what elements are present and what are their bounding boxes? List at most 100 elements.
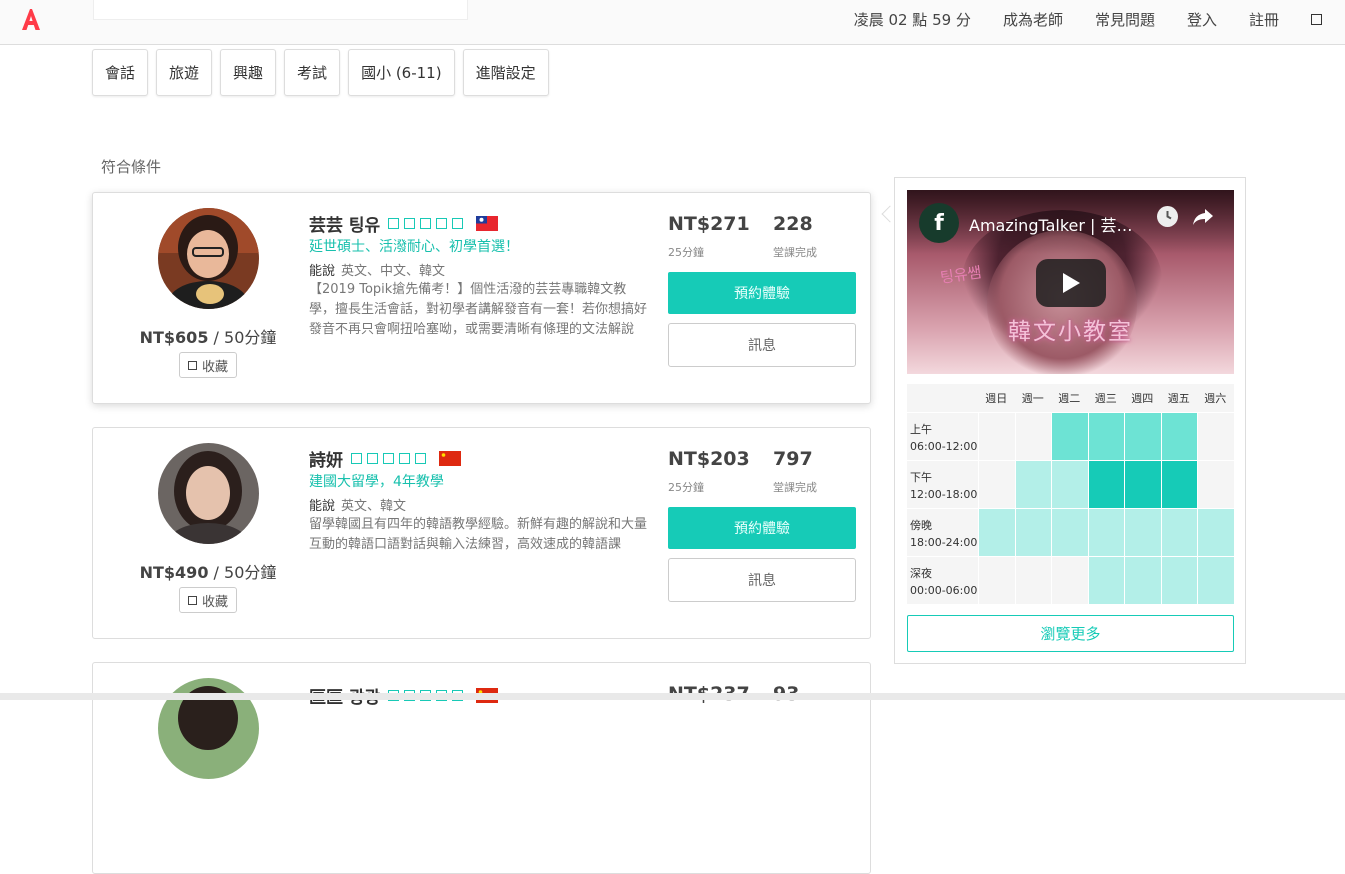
filter-advanced-settings[interactable]: 進階設定 [462,49,549,96]
availability-cell [1014,509,1051,556]
china-flag-icon [439,451,461,466]
menu-square-icon[interactable] [1311,13,1322,25]
availability-cell [1160,557,1197,604]
schedule-row: 上午 06:00-12:00 [907,412,1234,460]
availability-cell [1160,413,1197,460]
book-trial-button[interactable]: 預約體驗 [668,507,856,549]
schedule-row: 深夜 00:00-06:00 [907,556,1234,604]
favorite-button[interactable]: 收藏 [179,352,237,378]
day-fri: 週五 [1167,392,1190,405]
hourly-price: NT$605 / 50分鐘 [93,324,323,348]
availability-cell [978,413,1015,460]
day-sun: 週日 [985,392,1008,405]
availability-cell [1197,413,1234,460]
video-caption: 韓文小教室 [1008,319,1133,345]
teacher-description: 留學韓國且有四年的韓語教學經驗。新鮮有趣的解說和大量互動的韓語口語對話與輸入法練… [309,517,648,552]
amazingtalker-logo-icon[interactable] [20,7,42,31]
taiwan-flag-icon [476,216,499,231]
availability-cell [1087,557,1124,604]
price-unit: / 50分鐘 [208,563,277,582]
languages-value: 英文、中文、韓文 [341,264,446,279]
day-mon: 週一 [1021,392,1044,405]
schedule-header: 週日 週一 週二 週三 週四 週五 週六 [907,384,1234,412]
teacher-card[interactable]: NT$490 / 50分鐘 收藏 詩妍 建國大留學，4年教學 能說 英文、韓文 留… [92,427,871,639]
availability-cell [978,557,1015,604]
watch-later-icon[interactable] [1157,206,1178,227]
signup-link[interactable]: 註冊 [1249,9,1279,30]
lesson-count: 797 [773,448,813,470]
availability-cell [1124,557,1161,604]
availability-cell [1087,413,1124,460]
rating-boxes [388,218,468,229]
video-title[interactable]: AmazingTalker | 芸芸 팅유 [969,212,1144,236]
login-link[interactable]: 登入 [1187,9,1217,30]
slot-time: 00:00-06:00 [910,584,978,597]
trial-fee: NT$271 [668,213,750,235]
browse-more-button[interactable]: 瀏覽更多 [907,615,1234,652]
become-teacher-link[interactable]: 成為老師 [1003,9,1063,30]
day-sat: 週六 [1204,392,1227,405]
time-slot-label: 深夜 00:00-06:00 [907,557,978,604]
intro-video[interactable]: f AmazingTalker | 芸芸 팅유 팅유쌤 韓文小教室 [907,190,1234,374]
top-nav: 凌晨 02 點 59 分 成為老師 常見問題 登入 註冊 [854,0,1345,38]
book-trial-button[interactable]: 預約體驗 [668,272,856,314]
languages-value: 英文、韓文 [341,499,407,514]
day-thu: 週四 [1131,392,1154,405]
share-icon[interactable] [1191,204,1215,228]
languages-label: 能說 [309,264,336,279]
availability-cell [1087,509,1124,556]
favorite-button[interactable]: 收藏 [179,587,237,613]
day-tue: 週二 [1058,392,1081,405]
filter-conversation[interactable]: 會話 [92,49,149,96]
trial-duration: 25分鐘 [668,246,704,259]
availability-cell [1014,461,1051,508]
slot-name: 下午 [910,471,932,484]
hourly-price: NT$490 / 50分鐘 [93,559,323,583]
filter-travel[interactable]: 旅遊 [156,49,213,96]
top-bar: 凌晨 02 點 59 分 成為老師 常見問題 登入 註冊 [0,0,1345,45]
teacher-name[interactable]: 詩妍 [309,446,343,471]
teacher-name[interactable]: 芸芸 팅유 [309,211,380,236]
teacher-tagline: 延世碩士、活潑耐心、初學首選！ [309,239,519,255]
availability-cell [978,509,1015,556]
slot-name: 傍晚 [910,519,932,532]
faq-link[interactable]: 常見問題 [1095,9,1155,30]
teacher-tagline: 建國大留學，4年教學 [309,474,444,490]
search-input[interactable] [93,0,468,20]
slot-time: 06:00-12:00 [910,440,978,453]
teacher-card[interactable]: NT$605 / 50分鐘 收藏 芸芸 팅유 延世碩士、活潑耐心、初學首選！ 能… [92,192,871,404]
slot-name: 深夜 [910,567,932,580]
availability-cell [1087,461,1124,508]
lesson-count-label: 堂課完成 [773,246,817,259]
languages: 能說 英文、韓文 [309,495,406,514]
schedule-row: 下午 12:00-18:00 [907,460,1234,508]
play-icon[interactable] [1036,259,1106,307]
availability-cell [1014,413,1051,460]
price-unit: / 50分鐘 [208,328,277,347]
horizontal-scrollbar[interactable] [0,693,1345,700]
teacher-name-row: 詩妍 [309,446,461,471]
availability-cell [1197,509,1234,556]
message-button[interactable]: 訊息 [668,558,856,602]
time-slot-label: 下午 12:00-18:00 [907,461,978,508]
clock-text: 凌晨 02 點 59 分 [853,10,971,29]
price-value: NT$605 [139,328,209,347]
availability-cell [1014,557,1051,604]
teacher-name-row: 芸芸 팅유 [309,211,499,236]
match-count-label: 符合條件 [101,158,162,176]
filter-exam[interactable]: 考試 [284,49,341,96]
channel-icon[interactable]: f [919,203,959,243]
teacher-avatar[interactable] [158,208,259,309]
availability-schedule: 週日 週一 週二 週三 週四 週五 週六 上午 06:00-12:00 下午 12:0… [907,384,1234,604]
slot-name: 上午 [910,423,932,436]
teacher-avatar[interactable] [158,443,259,544]
favorite-label: 收藏 [201,594,228,610]
availability-cell [1124,461,1161,508]
checkbox-icon [187,595,197,605]
slot-time: 18:00-24:00 [910,536,978,549]
message-button[interactable]: 訊息 [668,323,856,367]
availability-cell [1160,461,1197,508]
filter-elementary[interactable]: 國小 (6-11) [348,49,455,96]
trial-fee: NT$203 [668,448,750,470]
filter-interest[interactable]: 興趣 [220,49,277,96]
